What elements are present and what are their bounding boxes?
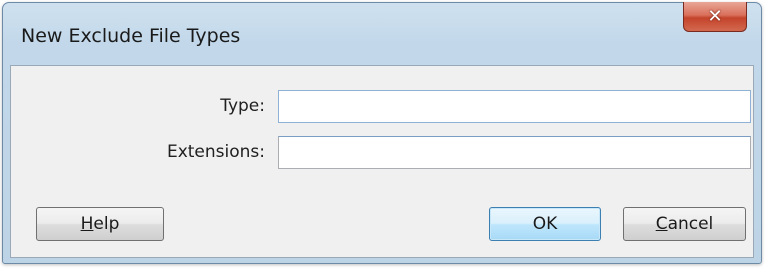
help-button[interactable]: Help	[36, 207, 164, 241]
help-button-label: elp	[93, 214, 120, 234]
type-label: Type:	[220, 96, 265, 116]
close-button[interactable]: ✕	[683, 2, 747, 32]
extensions-label: Extensions:	[166, 142, 265, 162]
dialog-title: New Exclude File Types	[21, 25, 241, 47]
ok-button[interactable]: OK	[489, 207, 601, 241]
title-bar[interactable]: New Exclude File Types ✕	[3, 2, 761, 65]
type-input[interactable]	[278, 90, 751, 123]
extensions-input[interactable]	[278, 136, 751, 169]
ok-button-label: OK	[532, 214, 558, 234]
close-icon: ✕	[707, 5, 723, 27]
cancel-button-mnemonic: C	[655, 214, 668, 234]
dialog-window: New Exclude File Types ✕ Type: Extension…	[2, 2, 762, 264]
cancel-button[interactable]: Cancel	[623, 207, 746, 241]
dialog-body: Type: Extensions: Help OK Cancel	[10, 65, 754, 258]
cancel-button-label: ancel	[667, 214, 714, 234]
help-button-mnemonic: H	[80, 214, 94, 234]
